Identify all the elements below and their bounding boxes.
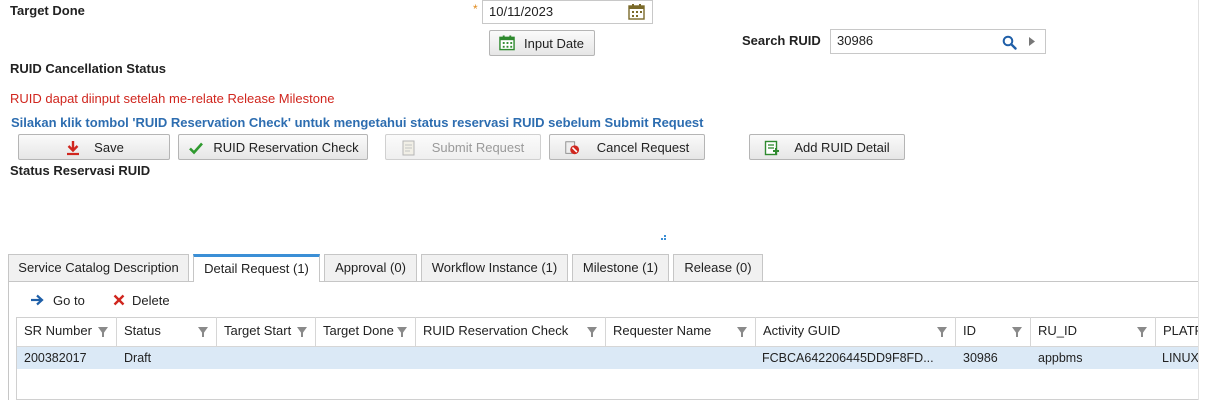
cell-activity-guid: FCBCA642206445DD9F8FD...	[762, 351, 934, 365]
filter-icon[interactable]	[397, 327, 407, 337]
cell-target-done	[323, 347, 411, 369]
column-header-target-start[interactable]: Target Start	[217, 317, 316, 347]
save-button[interactable]: Save	[18, 134, 170, 160]
resize-handle-icon[interactable]	[661, 235, 667, 241]
submit-request-label: Submit Request	[431, 140, 525, 155]
column-header-target-done[interactable]: Target Done	[316, 317, 416, 347]
reservation-status-label: Status Reservasi RUID	[10, 163, 151, 178]
cancel-request-label: Cancel Request	[596, 140, 690, 155]
cell-status: Draft	[124, 351, 152, 365]
target-done-label: Target Done	[10, 3, 85, 18]
add-ruid-detail-label: Add RUID Detail	[794, 140, 890, 155]
add-list-icon	[764, 140, 779, 156]
column-label: ID	[963, 323, 976, 338]
column-header-ruid-reservation-check[interactable]: RUID Reservation Check	[416, 317, 606, 347]
target-done-value: 10/11/2023	[489, 4, 554, 19]
required-mark: *	[473, 2, 478, 16]
checkmark-icon	[189, 142, 203, 155]
input-date-button[interactable]: Input Date	[489, 30, 595, 56]
cell-platform: LINUX	[1162, 351, 1198, 365]
submit-request-button[interactable]: Submit Request	[385, 134, 541, 160]
cell-target-start	[224, 347, 312, 369]
tab-milestone[interactable]: Milestone (1)	[572, 254, 669, 281]
column-label: Activity GUID	[763, 323, 841, 338]
delete-button[interactable]: Delete	[113, 291, 170, 309]
column-label: Target Start	[224, 323, 292, 338]
expand-arrow-icon[interactable]	[1029, 37, 1035, 46]
column-label: SR Number	[24, 323, 92, 338]
cancellation-status-label: RUID Cancellation Status	[10, 61, 167, 76]
cell-ru-id: appbms	[1038, 351, 1083, 365]
add-ruid-detail-button[interactable]: Add RUID Detail	[749, 134, 905, 160]
goto-button[interactable]: Go to	[30, 291, 85, 309]
search-ruid-input[interactable]: 30986	[830, 29, 1046, 54]
arrow-right-icon	[31, 294, 44, 306]
tab-approval[interactable]: Approval (0)	[324, 254, 417, 281]
filter-icon[interactable]	[198, 327, 208, 337]
cancel-request-button[interactable]: Cancel Request	[549, 134, 705, 160]
column-header-platform[interactable]: PLATF	[1156, 317, 1198, 347]
column-header-sr-number[interactable]: SR Number	[17, 317, 117, 347]
cell-requester-name	[613, 347, 753, 369]
save-label: Save	[94, 140, 124, 155]
info-message: Silakan klik tombol 'RUID Reservation Ch…	[11, 115, 704, 130]
column-label: PLATF	[1163, 323, 1198, 338]
column-header-status[interactable]: Status	[117, 317, 217, 347]
cell-ruid-reservation-check	[423, 347, 603, 369]
filter-icon[interactable]	[937, 327, 947, 337]
column-label: Status	[124, 323, 161, 338]
search-ruid-label: Search RUID	[742, 33, 821, 48]
tab-workflow-instance[interactable]: Workflow Instance (1)	[421, 254, 568, 281]
tab-release[interactable]: Release (0)	[673, 254, 763, 281]
cancel-document-icon	[565, 141, 580, 155]
column-header-id[interactable]: ID	[956, 317, 1031, 347]
column-header-ru-id[interactable]: RU_ID	[1031, 317, 1156, 347]
ruid-reservation-check-label: RUID Reservation Check	[213, 140, 359, 155]
filter-icon[interactable]	[1137, 327, 1147, 337]
column-header-requester-name[interactable]: Requester Name	[606, 317, 756, 347]
document-icon	[402, 140, 415, 156]
input-date-label: Input Date	[524, 36, 584, 51]
calendar-green-icon	[499, 35, 515, 51]
column-label: RU_ID	[1038, 323, 1078, 338]
column-label: RUID Reservation Check	[423, 323, 569, 338]
delete-x-icon	[113, 294, 125, 306]
filter-icon[interactable]	[1012, 327, 1022, 337]
warning-message: RUID dapat diinput setelah me-relate Rel…	[10, 91, 335, 106]
tab-service-catalog-description[interactable]: Service Catalog Description	[8, 254, 189, 281]
cell-id: 30986	[963, 351, 998, 365]
vertical-scrollbar[interactable]	[1198, 0, 1214, 400]
calendar-icon[interactable]	[628, 4, 645, 20]
target-done-input[interactable]: 10/11/2023	[482, 0, 653, 24]
ruid-reservation-check-button[interactable]: RUID Reservation Check	[178, 134, 368, 160]
cell-sr-number: 200382017	[24, 351, 87, 365]
filter-icon[interactable]	[587, 327, 597, 337]
goto-label: Go to	[53, 292, 85, 308]
search-ruid-value: 30986	[837, 33, 874, 48]
filter-icon[interactable]	[98, 327, 108, 337]
search-icon[interactable]	[1002, 35, 1017, 50]
filter-icon[interactable]	[737, 327, 747, 337]
delete-label: Delete	[132, 292, 170, 308]
column-label: Target Done	[323, 323, 394, 338]
tab-detail-request[interactable]: Detail Request (1)	[193, 254, 320, 282]
filter-icon[interactable]	[297, 327, 307, 337]
column-header-activity-guid[interactable]: Activity GUID	[756, 317, 956, 347]
column-label: Requester Name	[613, 323, 712, 338]
